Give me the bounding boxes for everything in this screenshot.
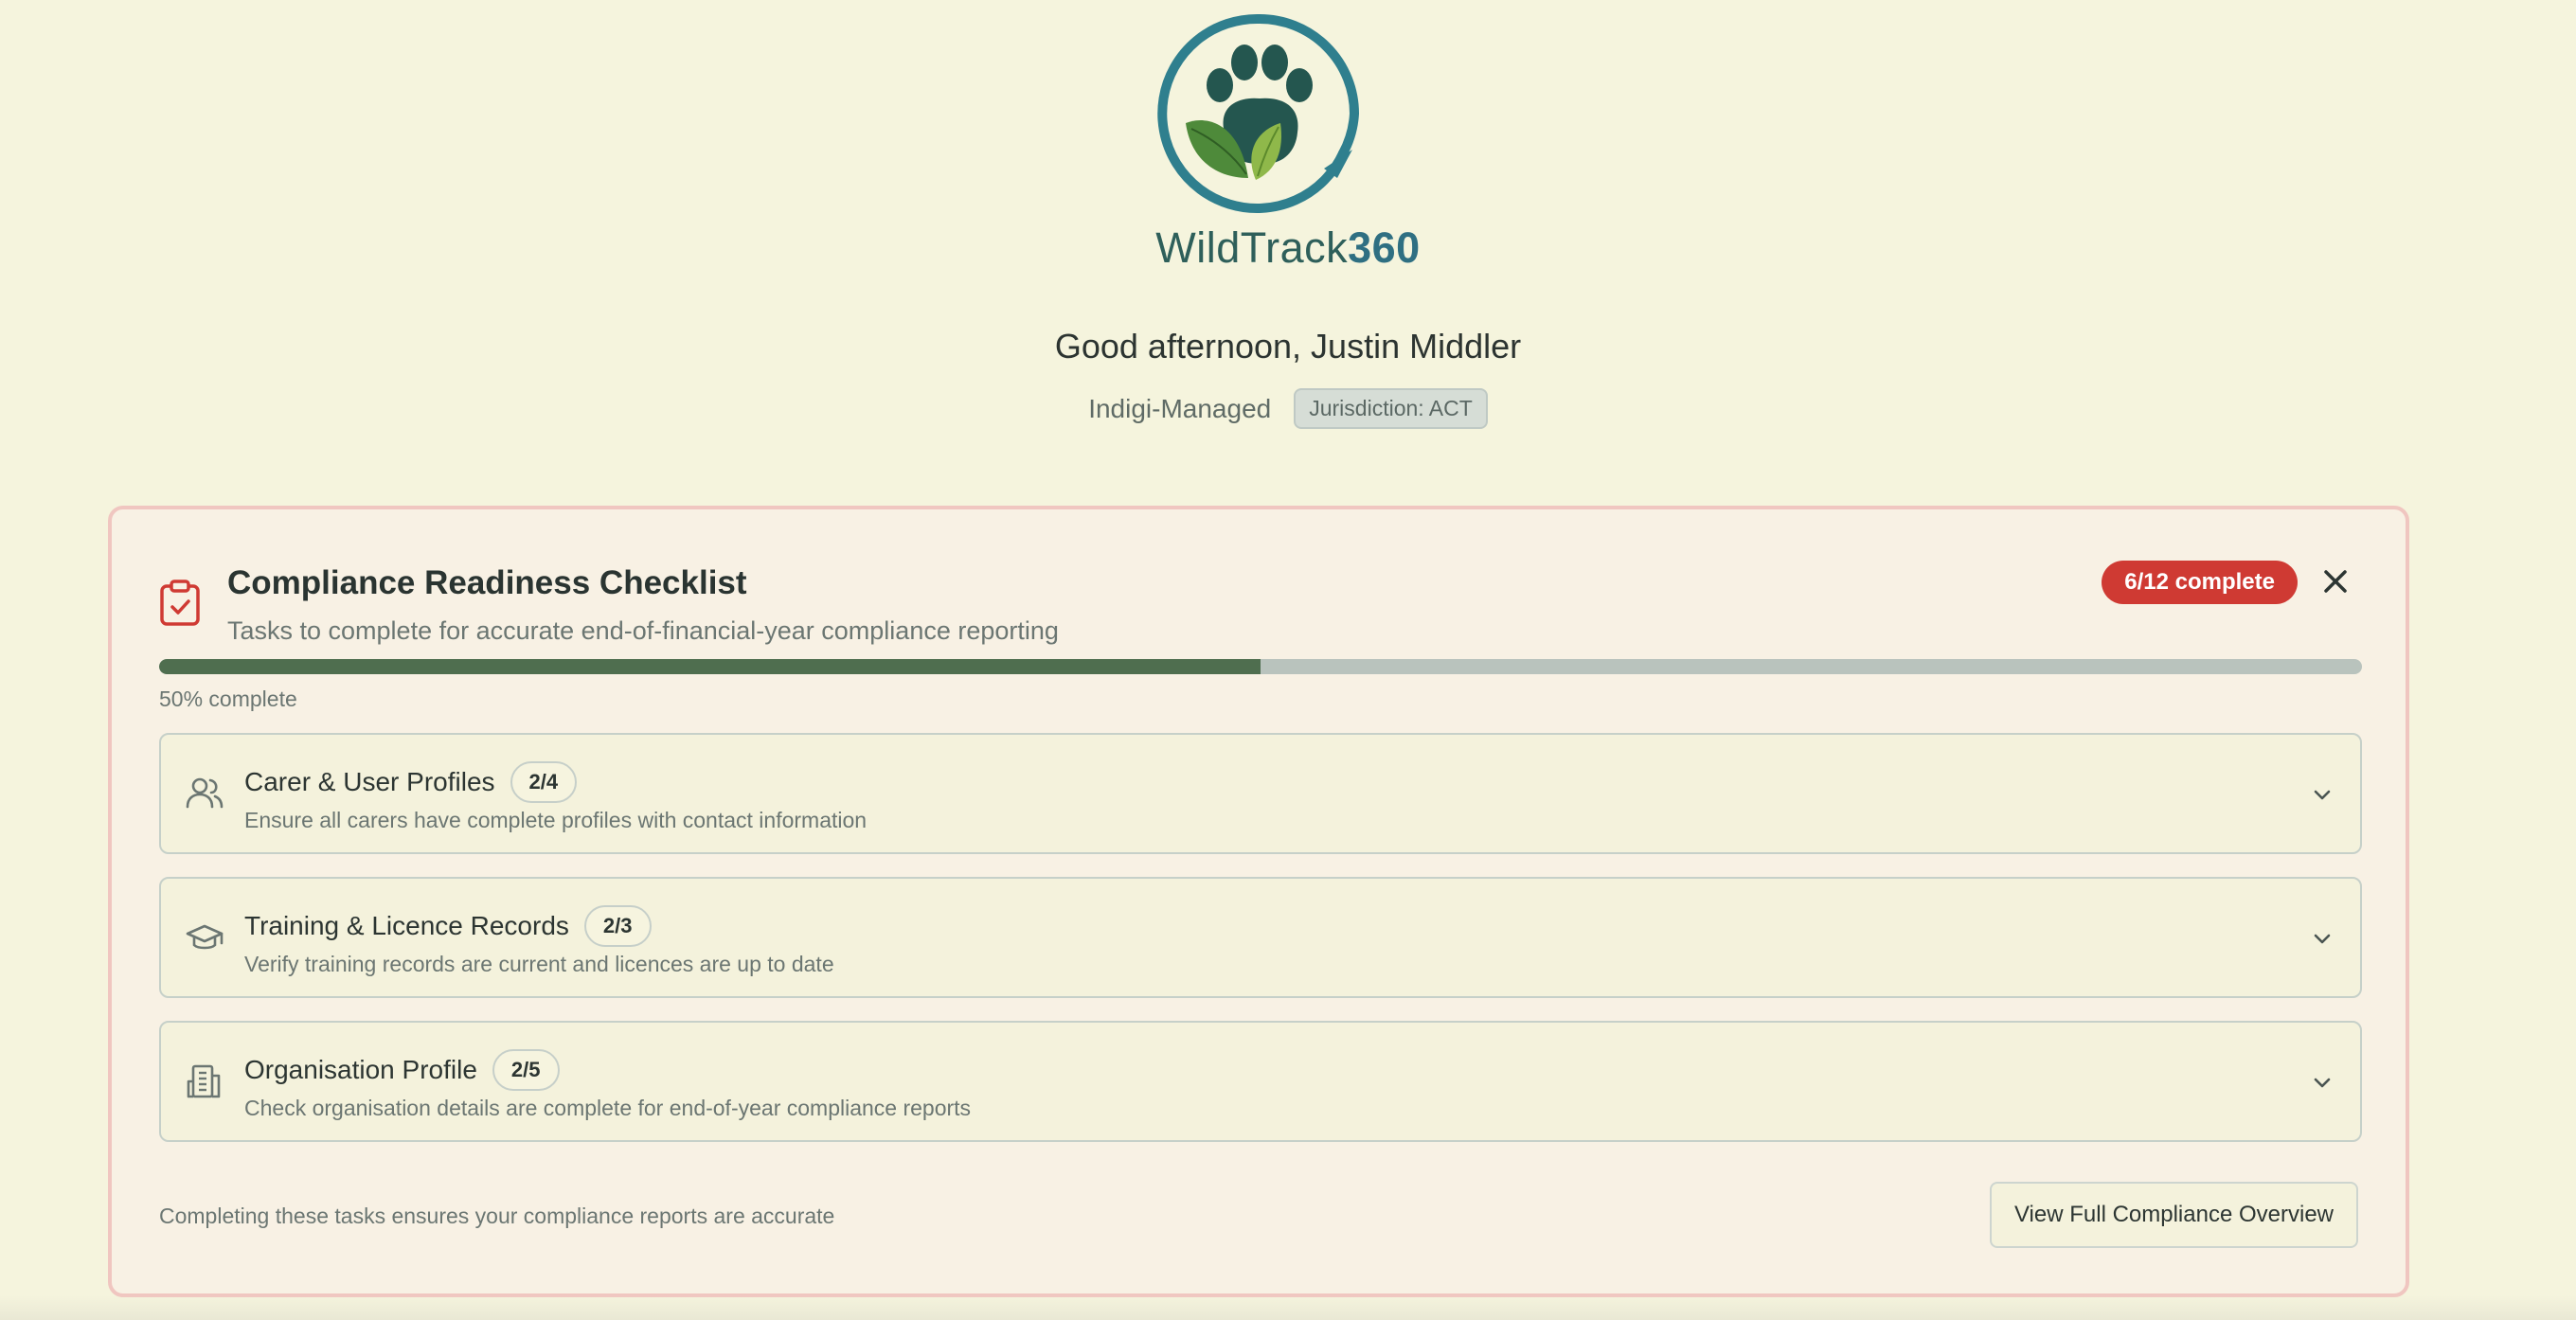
section-count-badge: 2/4 bbox=[510, 761, 578, 803]
section-organisation-profile[interactable]: Organisation Profile 2/5 Check organisat… bbox=[159, 1021, 2362, 1142]
account-meta: Indigi-Managed Jurisdiction: ACT bbox=[0, 388, 2576, 429]
progress-bar bbox=[159, 659, 2362, 674]
section-description: Ensure all carers have complete profiles… bbox=[244, 808, 868, 832]
users-icon bbox=[186, 777, 224, 809]
section-carer-user-profiles[interactable]: Carer & User Profiles 2/4 Ensure all car… bbox=[159, 733, 2362, 854]
clipboard-check-icon bbox=[160, 580, 200, 626]
compliance-checklist-card: Compliance Readiness Checklist Tasks to … bbox=[108, 506, 2409, 1297]
org-type: Indigi-Managed bbox=[1088, 393, 1272, 423]
building-icon bbox=[187, 1064, 221, 1098]
view-compliance-overview-button[interactable]: View Full Compliance Overview bbox=[1989, 1182, 2358, 1248]
brand-name-number: 360 bbox=[1348, 223, 1421, 272]
greeting: Good afternoon, Justin Middler bbox=[1054, 327, 1522, 366]
progress-bar-fill bbox=[159, 659, 1261, 674]
checklist-subtitle: Tasks to complete for accurate end-of-fi… bbox=[227, 616, 1059, 645]
bottom-shadow bbox=[0, 1295, 2576, 1320]
section-title-text: Training & Licence Records bbox=[244, 911, 569, 940]
section-count-badge: 2/3 bbox=[583, 905, 652, 947]
chevron-down-icon[interactable] bbox=[2309, 1070, 2335, 1097]
section-count-badge: 2/5 bbox=[492, 1049, 560, 1091]
jurisdiction-badge: Jurisdiction: ACT bbox=[1294, 388, 1488, 429]
section-title-text: Organisation Profile bbox=[244, 1055, 477, 1084]
checklist-title: Compliance Readiness Checklist bbox=[227, 564, 747, 601]
section-title: Carer & User Profiles 2/4 bbox=[244, 761, 578, 803]
section-title: Organisation Profile 2/5 bbox=[244, 1049, 560, 1091]
brand-name-text: WildTrack bbox=[1155, 223, 1349, 272]
section-title: Training & Licence Records 2/3 bbox=[244, 905, 652, 947]
checklist-footer-note: Completing these tasks ensures your comp… bbox=[159, 1204, 835, 1228]
close-icon[interactable] bbox=[2317, 562, 2354, 600]
brand-name: WildTrack360 bbox=[0, 220, 2576, 276]
completion-badge: 6/12 complete bbox=[2102, 561, 2298, 604]
chevron-down-icon[interactable] bbox=[2309, 926, 2335, 953]
graduation-cap-icon bbox=[186, 924, 224, 950]
wildtrack-logo bbox=[1157, 13, 1360, 213]
section-description: Check organisation details are complete … bbox=[244, 1096, 972, 1120]
progress-label: 50% complete bbox=[159, 687, 297, 711]
section-description: Verify training records are current and … bbox=[244, 952, 834, 976]
section-training-licence-records[interactable]: Training & Licence Records 2/3 Verify tr… bbox=[159, 877, 2362, 998]
chevron-down-icon[interactable] bbox=[2309, 782, 2335, 809]
section-title-text: Carer & User Profiles bbox=[244, 767, 495, 796]
